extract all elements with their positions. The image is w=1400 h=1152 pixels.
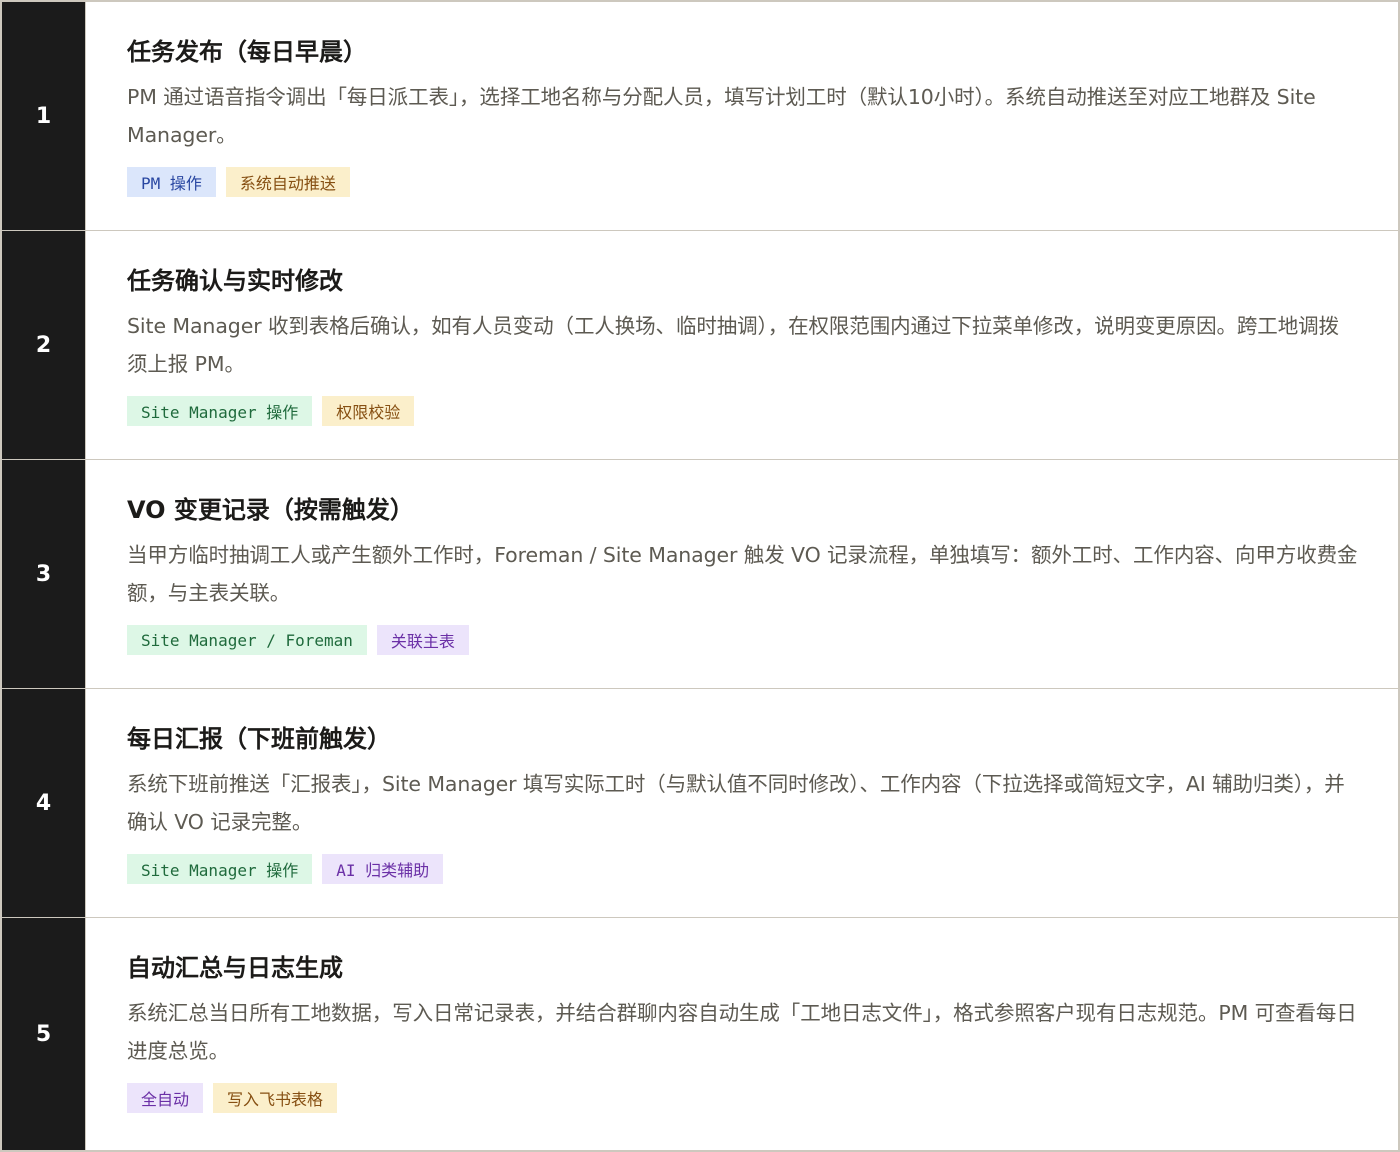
step-tags: Site Manager 操作 权限校验 xyxy=(127,396,1358,426)
workflow-step: 2 任务确认与实时修改 Site Manager 收到表格后确认，如有人员变动（… xyxy=(2,231,1398,460)
tag-badge: AI 归类辅助 xyxy=(322,854,444,884)
step-content: 自动汇总与日志生成 系统汇总当日所有工地数据，写入日常记录表，并结合群聊内容自动… xyxy=(85,918,1398,1150)
step-title: 任务确认与实时修改 xyxy=(127,267,343,295)
tag-badge: 权限校验 xyxy=(322,396,415,426)
workflow-step: 1 任务发布（每日早晨） PM 通过语音指令调出「每日派工表」，选择工地名称与分… xyxy=(2,2,1398,231)
step-content: 任务发布（每日早晨） PM 通过语音指令调出「每日派工表」，选择工地名称与分配人… xyxy=(85,2,1398,230)
step-title: VO 变更记录（按需触发） xyxy=(127,496,414,524)
step-content: 任务确认与实时修改 Site Manager 收到表格后确认，如有人员变动（工人… xyxy=(85,231,1398,459)
step-title: 自动汇总与日志生成 xyxy=(127,954,343,982)
workflow-step: 3 VO 变更记录（按需触发） 当甲方临时抽调工人或产生额外工作时，Forema… xyxy=(2,460,1398,689)
workflow-step: 5 自动汇总与日志生成 系统汇总当日所有工地数据，写入日常记录表，并结合群聊内容… xyxy=(2,918,1398,1150)
step-number: 4 xyxy=(2,689,85,917)
step-description: PM 通过语音指令调出「每日派工表」，选择工地名称与分配人员，填写计划工时（默认… xyxy=(127,85,1316,147)
step-tags: Site Manager / Foreman 关联主表 xyxy=(127,625,1358,655)
step-tags: Site Manager 操作 AI 归类辅助 xyxy=(127,854,1358,884)
step-tags: 全自动 写入飞书表格 xyxy=(127,1083,1358,1113)
step-description: 系统汇总当日所有工地数据，写入日常记录表，并结合群聊内容自动生成「工地日志文件」… xyxy=(127,1001,1357,1063)
tag-badge: PM 操作 xyxy=(127,167,216,197)
step-number: 3 xyxy=(2,460,85,688)
step-content: VO 变更记录（按需触发） 当甲方临时抽调工人或产生额外工作时，Foreman … xyxy=(85,460,1398,688)
step-description: 当甲方临时抽调工人或产生额外工作时，Foreman / Site Manager… xyxy=(127,543,1358,605)
step-number: 1 xyxy=(2,2,85,230)
tag-badge: 写入飞书表格 xyxy=(213,1083,338,1113)
tag-badge: Site Manager 操作 xyxy=(127,854,313,884)
workflow-step: 4 每日汇报（下班前触发） 系统下班前推送「汇报表」，Site Manager … xyxy=(2,689,1398,918)
step-number: 2 xyxy=(2,231,85,459)
step-number: 5 xyxy=(2,918,85,1150)
tag-badge: Site Manager / Foreman xyxy=(127,625,367,655)
step-description: Site Manager 收到表格后确认，如有人员变动（工人换场、临时抽调），在… xyxy=(127,314,1339,376)
step-title: 任务发布（每日早晨） xyxy=(127,38,367,66)
tag-badge: Site Manager 操作 xyxy=(127,396,313,426)
step-title: 每日汇报（下班前触发） xyxy=(127,725,391,753)
tag-badge: 全自动 xyxy=(127,1083,204,1113)
step-content: 每日汇报（下班前触发） 系统下班前推送「汇报表」，Site Manager 填写… xyxy=(85,689,1398,917)
step-tags: PM 操作 系统自动推送 xyxy=(127,167,1358,197)
tag-badge: 系统自动推送 xyxy=(225,167,350,197)
tag-badge: 关联主表 xyxy=(376,625,469,655)
step-description: 系统下班前推送「汇报表」，Site Manager 填写实际工时（与默认值不同时… xyxy=(127,772,1345,834)
workflow-steps: 1 任务发布（每日早晨） PM 通过语音指令调出「每日派工表」，选择工地名称与分… xyxy=(0,0,1400,1152)
